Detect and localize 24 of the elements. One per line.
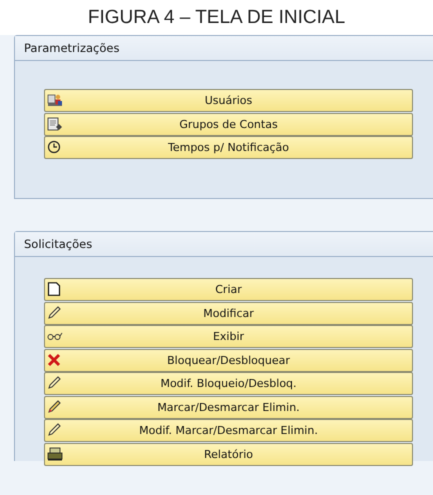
menu-button[interactable]: Modificar <box>44 302 413 324</box>
pencil-icon <box>47 376 63 390</box>
printer-icon <box>47 446 63 460</box>
menu-button[interactable]: Grupos de Contas <box>44 112 413 136</box>
users-icon <box>47 93 63 107</box>
panel-header: Solicitações <box>15 232 433 257</box>
eraser-pencil-icon <box>47 400 63 414</box>
menu-button[interactable]: Usuários <box>44 89 413 112</box>
menu-button[interactable]: Modif. Bloqueio/Desbloq. <box>44 372 413 395</box>
clock-icon <box>47 140 63 154</box>
panel-header: Parametrizações <box>15 36 433 61</box>
menu-button[interactable]: Criar <box>44 278 413 301</box>
pencil-icon <box>47 306 63 320</box>
menu-button[interactable]: Tempos p/ Notificação <box>44 136 413 159</box>
menu-button[interactable]: Exibir <box>44 325 413 348</box>
blank-page-icon <box>47 282 63 296</box>
menu-button[interactable]: Marcar/Desmarcar Elimin. <box>44 396 413 418</box>
menu-button[interactable]: Modif. Marcar/Desmarcar Elimin. <box>44 419 413 442</box>
menu-button[interactable]: Relatório <box>44 442 413 466</box>
pencil-icon <box>47 423 63 437</box>
menu-button[interactable]: Bloquear/Desbloquear <box>44 348 413 372</box>
document-icon <box>47 116 63 130</box>
figure-caption: FIGURA 4 – TELA DE INICIAL <box>0 0 433 35</box>
cross-icon <box>47 352 63 366</box>
